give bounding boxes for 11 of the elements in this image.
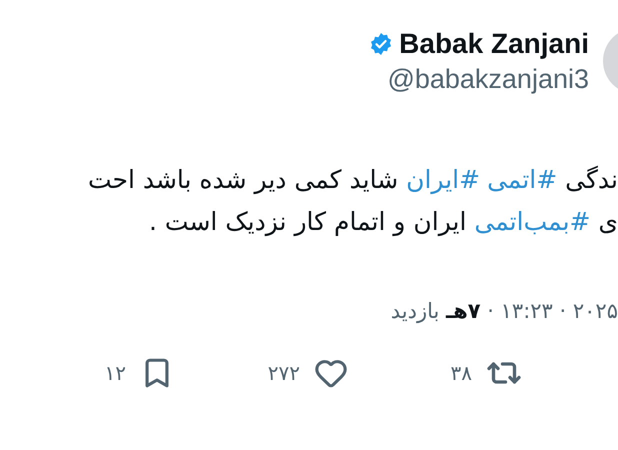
- tweet-meta: ۲۰۲۵ · ۱۳:۲۳ · ۷هـ بازدید: [390, 299, 618, 323]
- hashtag-link[interactable]: #ایران: [406, 165, 480, 194]
- hashtag-link[interactable]: #اتمی: [487, 165, 558, 194]
- hashtag-link[interactable]: #بمب‌اتمی: [474, 207, 590, 236]
- tweet-text-line: ندگی #اتمی #ایران شاید کمی دیر شده باشد احت: [86, 164, 618, 196]
- like-button[interactable]: ۲۷۲: [174, 355, 348, 391]
- tweet-text-line: ی #بمب‌اتمی ایران و اتمام کار نزدیک است .: [148, 206, 618, 238]
- bookmark-button[interactable]: ۱۲: [0, 355, 174, 391]
- author-name: Babak Zanjani: [399, 28, 589, 60]
- author-handle: @babakzanjani3: [387, 64, 589, 95]
- repost-button[interactable]: ۳۸: [348, 355, 522, 391]
